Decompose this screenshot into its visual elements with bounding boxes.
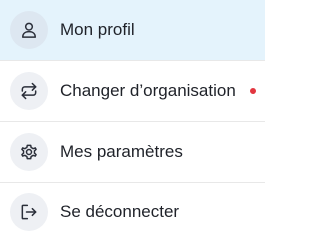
swap-icon	[10, 72, 48, 110]
logout-icon	[10, 192, 48, 231]
menu-item-settings[interactable]: Mes paramètres	[0, 122, 265, 182]
gear-icon	[10, 133, 48, 171]
menu-item-label: Se déconnecter	[60, 201, 180, 221]
menu-item-logout[interactable]: Se déconnecter	[0, 183, 265, 240]
menu-item-profile[interactable]: Mon profil	[0, 0, 265, 60]
user-icon	[10, 11, 48, 49]
menu-item-switch-organization[interactable]: Changer d’organisation	[0, 61, 265, 121]
notification-dot	[250, 88, 256, 94]
menu-item-label: Mon profil	[60, 20, 135, 39]
menu-item-label: Mes paramètres	[60, 142, 183, 161]
account-menu: Mon profil Changer d’organisation Mes pa…	[0, 0, 265, 240]
menu-item-label: Changer d’organisation	[60, 81, 236, 100]
